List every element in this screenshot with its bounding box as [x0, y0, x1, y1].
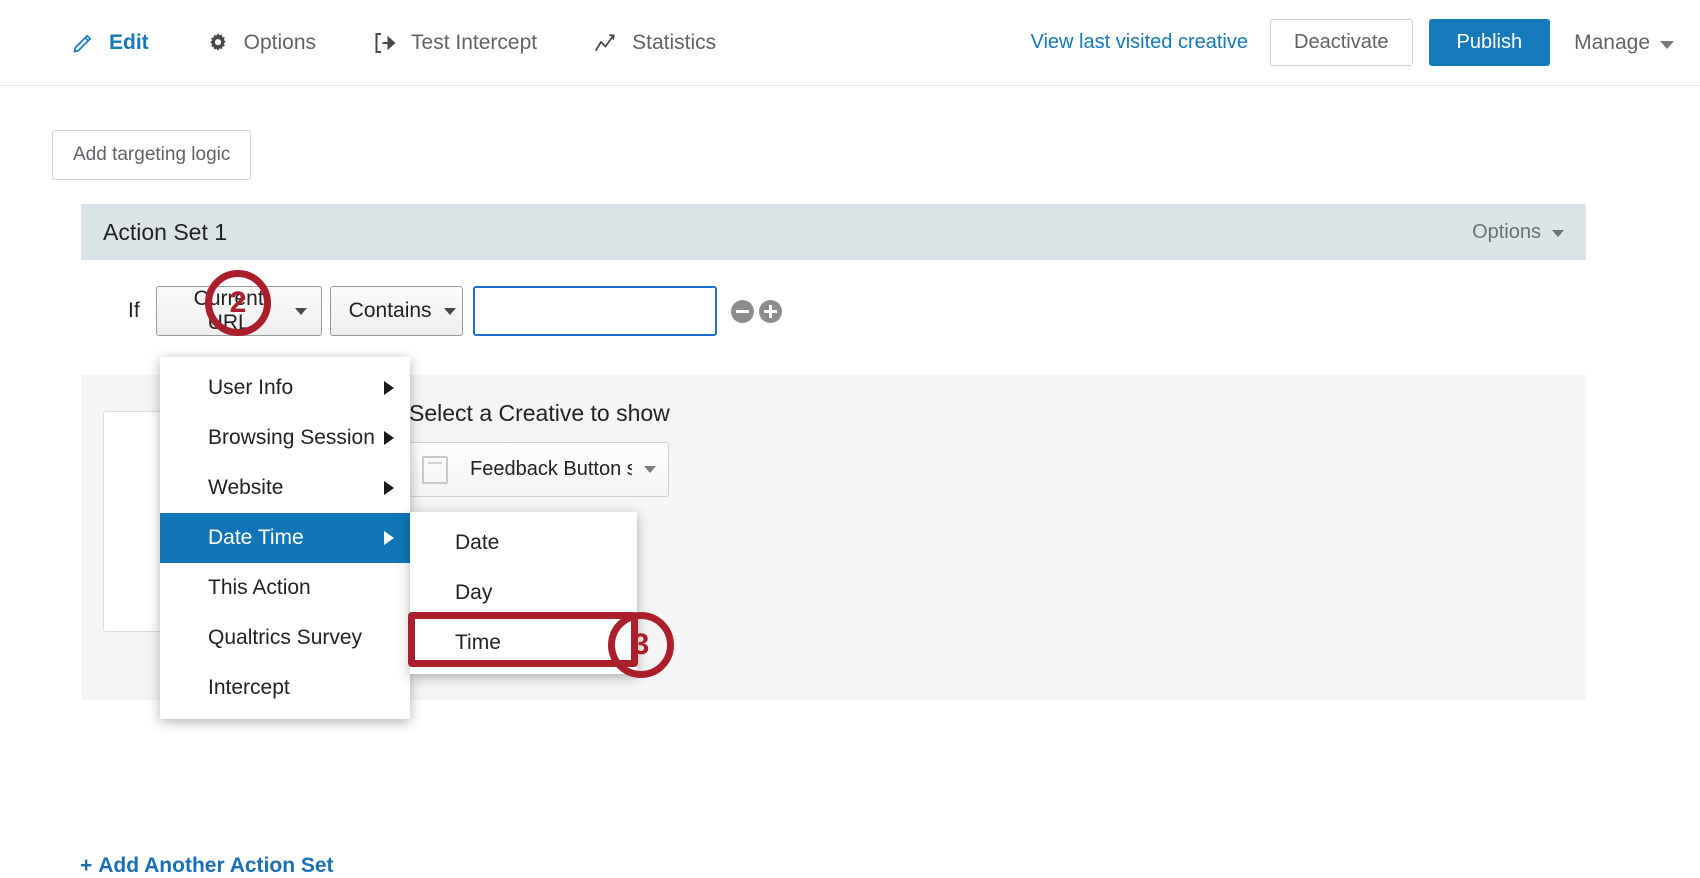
menu-item-label: Website	[208, 476, 283, 500]
condition-row-buttons	[731, 300, 782, 323]
menu-item-this-action[interactable]: This Action	[160, 563, 410, 613]
manage-dropdown[interactable]: Manage	[1574, 31, 1674, 55]
chevron-right-icon	[384, 381, 394, 395]
condition-operator-value: Contains	[349, 299, 432, 323]
condition-operator-dropdown[interactable]: Contains	[330, 286, 463, 336]
action-set-card: Action Set 1 Options	[81, 204, 1586, 260]
creative-select-dropdown[interactable]: Feedback Button s...	[409, 442, 669, 497]
select-creative-label: Select a Creative to show	[409, 400, 670, 427]
export-arrow-icon	[372, 30, 398, 56]
submenu-item-label: Time	[455, 631, 501, 655]
action-set-options-dropdown[interactable]: Options	[1472, 221, 1564, 244]
add-another-action-set-label: Add Another Action Set	[98, 854, 333, 878]
top-actions: View last visited creative Deactivate Pu…	[1031, 0, 1681, 85]
gear-icon	[205, 30, 231, 56]
menu-item-label: Intercept	[208, 676, 290, 700]
chevron-right-icon	[384, 481, 394, 495]
date-time-submenu: Date Day Time	[410, 512, 637, 674]
line-chart-icon	[593, 30, 619, 56]
top-navigation-bar: Edit Options Test Intercept	[0, 0, 1700, 86]
publish-button[interactable]: Publish	[1429, 19, 1551, 66]
creative-thumbnail-icon	[422, 456, 448, 484]
tab-edit-label: Edit	[109, 31, 149, 55]
plus-icon: +	[80, 854, 92, 878]
caret-down-icon	[444, 308, 456, 315]
annotation-badge-3: 3	[608, 612, 674, 678]
submenu-item-label: Date	[455, 531, 499, 555]
menu-item-user-info[interactable]: User Info	[160, 363, 410, 413]
menu-item-label: User Info	[208, 376, 293, 400]
attribute-dropdown-menu: User Info Browsing Session Website Date …	[160, 357, 410, 719]
action-set-header: Action Set 1 Options	[81, 204, 1586, 260]
menu-item-label: Browsing Session	[208, 426, 375, 450]
action-set-title: Action Set 1	[103, 219, 227, 246]
caret-down-icon	[644, 466, 656, 473]
tab-options-label: Options	[244, 31, 316, 55]
annotation-badge-2: 2	[205, 270, 271, 336]
menu-item-browsing-session[interactable]: Browsing Session	[160, 413, 410, 463]
condition-row: If Current URL Contains	[81, 286, 782, 336]
menu-item-website[interactable]: Website	[160, 463, 410, 513]
submenu-item-day[interactable]: Day	[410, 568, 637, 618]
manage-label: Manage	[1574, 31, 1650, 55]
caret-down-icon	[1552, 230, 1564, 237]
chevron-right-icon	[384, 531, 394, 545]
submenu-item-time[interactable]: Time	[410, 618, 637, 668]
view-last-visited-creative-link[interactable]: View last visited creative	[1031, 31, 1249, 54]
plus-circle-icon[interactable]	[759, 300, 782, 323]
tab-statistics[interactable]: Statistics	[565, 0, 744, 85]
menu-item-label: This Action	[208, 576, 311, 600]
caret-down-icon	[295, 308, 307, 315]
tab-options[interactable]: Options	[177, 0, 344, 85]
action-set-options-label: Options	[1472, 221, 1541, 244]
if-label: If	[128, 299, 140, 323]
creative-select-value: Feedback Button s...	[470, 458, 632, 481]
tab-edit[interactable]: Edit	[42, 0, 177, 85]
menu-item-label: Qualtrics Survey	[208, 626, 362, 650]
menu-item-date-time[interactable]: Date Time	[160, 513, 410, 563]
add-targeting-logic-button[interactable]: Add targeting logic	[52, 130, 251, 180]
submenu-item-date[interactable]: Date	[410, 518, 637, 568]
menu-item-qualtrics-survey[interactable]: Qualtrics Survey	[160, 613, 410, 663]
tab-test-intercept-label: Test Intercept	[411, 31, 537, 55]
chevron-right-icon	[384, 431, 394, 445]
tab-statistics-label: Statistics	[632, 31, 716, 55]
menu-item-intercept[interactable]: Intercept	[160, 663, 410, 713]
condition-value-input[interactable]	[473, 286, 717, 336]
add-another-action-set-link[interactable]: + Add Another Action Set	[80, 854, 334, 878]
nav-tab-list: Edit Options Test Intercept	[42, 0, 744, 85]
chevron-down-icon	[1660, 41, 1674, 49]
deactivate-button[interactable]: Deactivate	[1270, 19, 1413, 66]
minus-circle-icon[interactable]	[731, 300, 754, 323]
menu-item-label: Date Time	[208, 526, 304, 550]
pencil-icon	[70, 30, 96, 56]
submenu-item-label: Day	[455, 581, 492, 605]
tab-test-intercept[interactable]: Test Intercept	[344, 0, 565, 85]
